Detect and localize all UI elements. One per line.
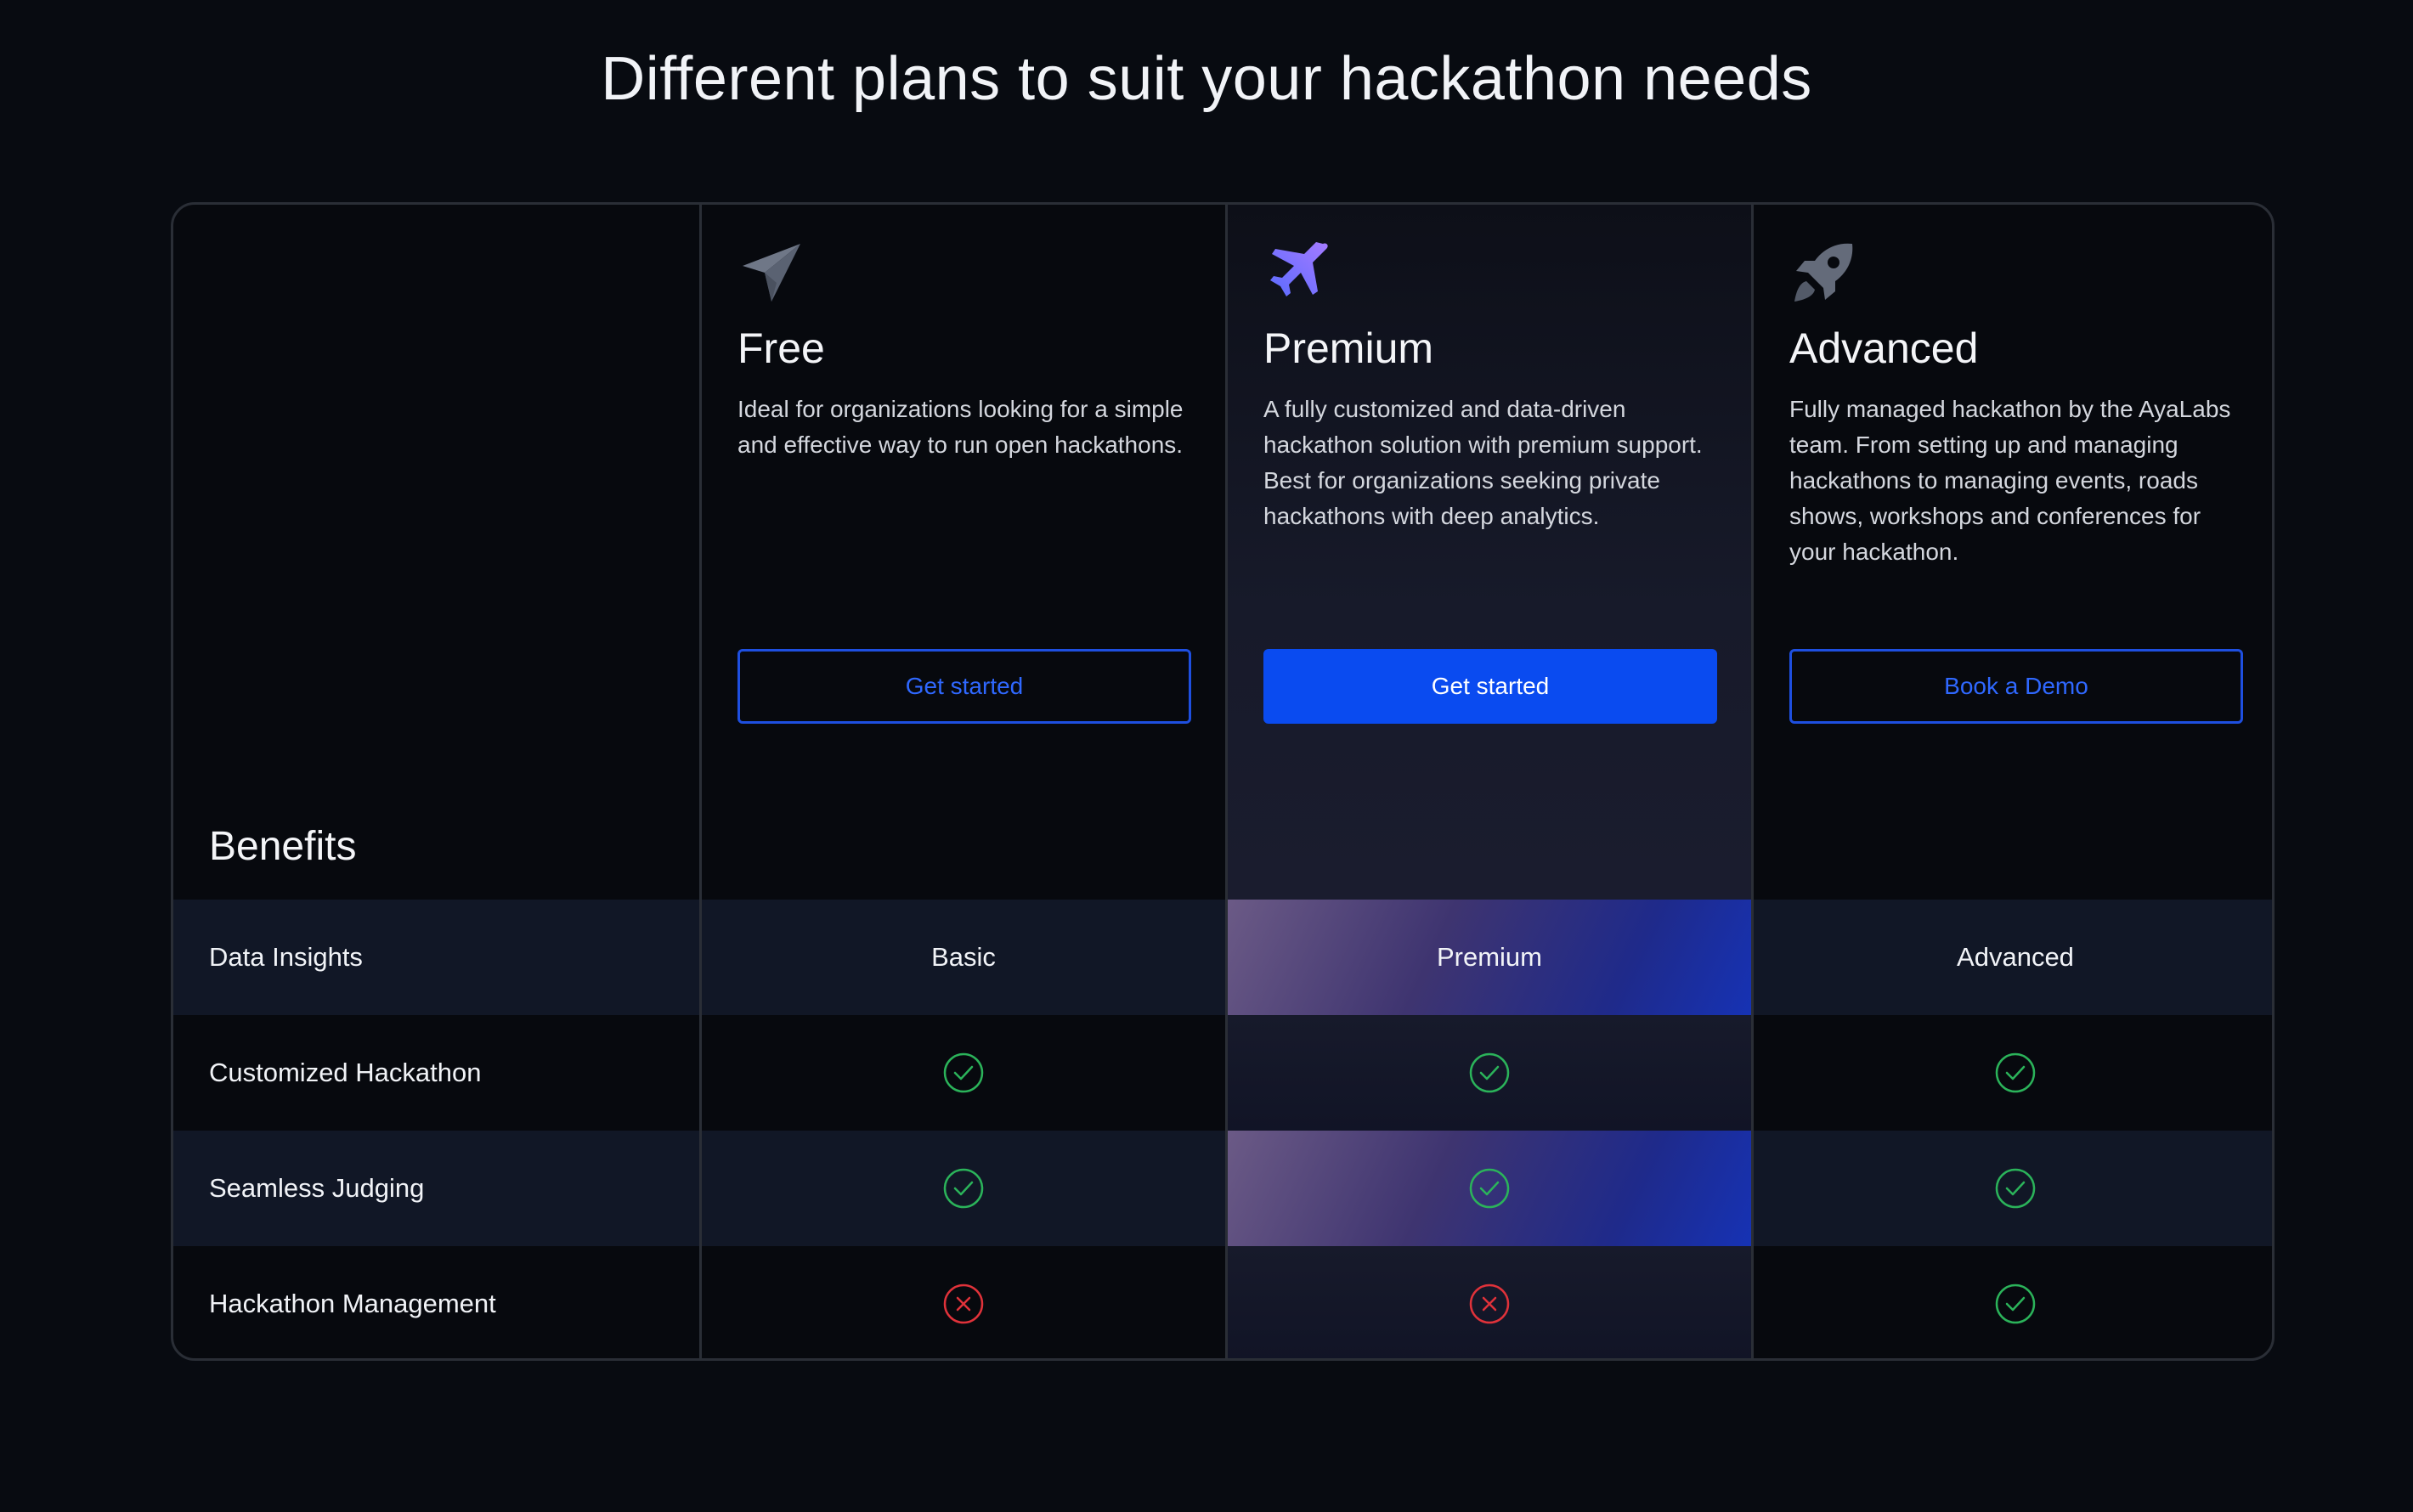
plan-header-premium: Premium A fully customized and data-driv… [1228, 205, 1751, 900]
benefits-header: Benefits [209, 824, 357, 869]
premium-hackathon-management-cell [1228, 1246, 1751, 1358]
benefits-column: Benefits Data Insights Customized Hackat… [173, 205, 699, 1358]
advanced-hackathon-management-cell [1754, 1246, 2272, 1358]
plan-column-free: Free Ideal for organizations looking for… [699, 205, 1225, 1358]
premium-get-started-button[interactable]: Get started [1263, 649, 1717, 724]
check-circle-icon [943, 1168, 984, 1209]
check-circle-icon [1995, 1284, 2036, 1324]
free-hackathon-management-cell [702, 1246, 1225, 1358]
page-title: Different plans to suit your hackathon n… [601, 45, 1812, 113]
benefit-row-data-insights: Data Insights [173, 900, 699, 1015]
free-data-insights-cell: Basic [702, 900, 1225, 1015]
airplane-icon [1270, 242, 1328, 296]
cross-circle-icon [943, 1284, 984, 1324]
plan-name: Advanced [1789, 324, 1979, 372]
advanced-data-insights-cell: Advanced [1754, 900, 2272, 1015]
data-insights-value: Basic [931, 942, 996, 972]
plan-description: A fully customized and data-driven hacka… [1263, 396, 1703, 529]
premium-data-insights-cell: Premium [1228, 900, 1751, 1015]
benefit-label: Data Insights [209, 942, 363, 972]
benefit-row-customized-hackathon: Customized Hackathon [173, 1015, 699, 1131]
free-seamless-judging-cell [702, 1131, 1225, 1246]
benefit-label: Seamless Judging [209, 1173, 425, 1203]
benefit-label: Hackathon Management [209, 1289, 496, 1318]
data-insights-value: Advanced [1957, 942, 2074, 972]
free-get-started-button[interactable]: Get started [737, 649, 1191, 724]
plan-name: Free [737, 324, 825, 372]
plan-header-free: Free Ideal for organizations looking for… [702, 205, 1225, 900]
paper-plane-icon [743, 244, 800, 302]
book-demo-button[interactable]: Book a Demo [1789, 649, 2243, 724]
data-insights-value: Premium [1436, 942, 1542, 972]
benefit-row-seamless-judging: Seamless Judging [173, 1131, 699, 1246]
plan-column-advanced: Advanced Fully managed hackathon by the … [1751, 205, 2272, 1358]
rocket-icon [1794, 243, 1853, 302]
advanced-customized-hackathon-cell [1754, 1015, 2272, 1131]
check-circle-icon [1995, 1052, 2036, 1093]
pricing-comparison-table: Benefits Data Insights Customized Hackat… [171, 202, 2275, 1361]
plan-column-premium: Premium A fully customized and data-driv… [1225, 205, 1751, 1358]
benefit-label: Customized Hackathon [209, 1058, 482, 1087]
check-circle-icon [1469, 1052, 1510, 1093]
plan-header-advanced: Advanced Fully managed hackathon by the … [1754, 205, 2272, 900]
advanced-seamless-judging-cell [1754, 1131, 2272, 1246]
plan-description: Ideal for organizations looking for a si… [737, 396, 1184, 458]
benefit-row-hackathon-management: Hackathon Management [173, 1246, 699, 1358]
check-circle-icon [943, 1052, 984, 1093]
check-circle-icon [1995, 1168, 2036, 1209]
plan-name: Premium [1263, 324, 1434, 372]
plan-description: Fully managed hackathon by the AyaLabs t… [1789, 396, 2231, 565]
check-circle-icon [1469, 1168, 1510, 1209]
cross-circle-icon [1469, 1284, 1510, 1324]
premium-customized-hackathon-cell [1228, 1015, 1751, 1131]
premium-seamless-judging-cell [1228, 1131, 1751, 1246]
free-customized-hackathon-cell [702, 1015, 1225, 1131]
